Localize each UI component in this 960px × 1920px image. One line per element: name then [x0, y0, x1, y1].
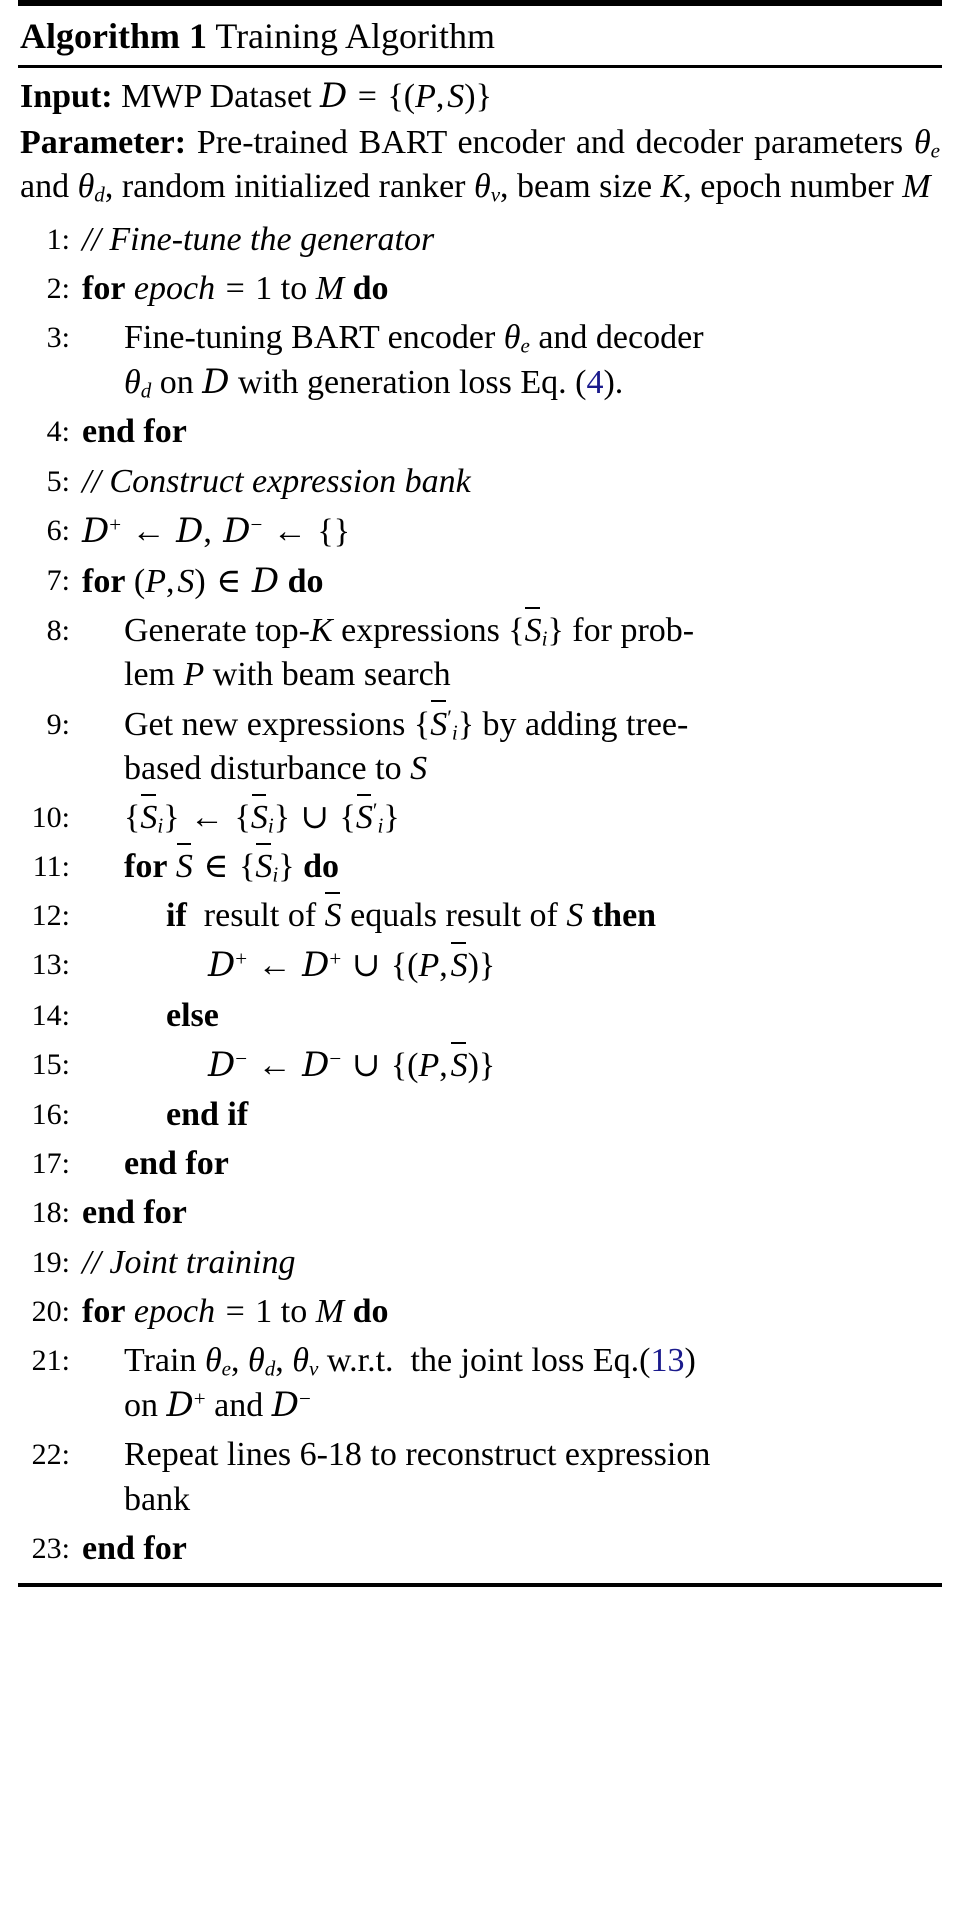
algorithm-line: 22: Repeat lines 6-18 to reconstruct exp… [20, 1433, 940, 1521]
line-number: 10: [31, 800, 70, 834]
line-content: else [166, 996, 219, 1034]
algorithm-line: 10: {Si} ← {Si} ∪ {S′i} [20, 793, 940, 840]
line-content: end for [82, 1529, 187, 1567]
line-number: 23: [31, 1531, 70, 1565]
line-content: Fine-tuning BART encoder θe and decoder … [124, 319, 704, 403]
algorithm-line: 1: // Fine-tune the generator [20, 218, 940, 262]
line-number: 2: [46, 271, 70, 305]
line-content: for epoch = 1 to M do [82, 269, 389, 307]
line-content: D+ ← D, D− ← {} [82, 510, 351, 551]
line-number: 22: [31, 1438, 70, 1472]
algorithm-label: Algorithm 1 [20, 16, 207, 56]
algorithm-line: 21: Train θe, θd, θv w.r.t. the joint lo… [20, 1339, 940, 1428]
algorithm-title: Algorithm 1 Training Algorithm [18, 6, 942, 65]
preamble-parameter-keyword: Parameter: [20, 124, 187, 162]
line-content: end if [166, 1096, 249, 1134]
preamble-input-text: MWP Dataset D = {(P, S)} [121, 76, 492, 117]
algorithm-line: 18: end for [20, 1191, 940, 1235]
equation-reference[interactable]: 13 [650, 1342, 684, 1379]
line-number: 20: [31, 1294, 70, 1328]
line-number: 18: [31, 1196, 70, 1230]
line-content: end for [124, 1145, 229, 1183]
line-content: Train θe, θd, θv w.r.t. the joint loss E… [124, 1341, 696, 1426]
line-content: Repeat lines 6-18 to reconstruct express… [124, 1436, 711, 1518]
line-content: for S ∈ {Si} do [82, 843, 940, 889]
line-number: 13: [31, 948, 70, 982]
line-content: // Joint training [82, 1243, 296, 1281]
line-number: 14: [31, 998, 70, 1032]
line-number: 5: [46, 464, 70, 498]
algorithm-bottom-rule [18, 1582, 942, 1587]
algorithm-line: 6: D+ ← D, D− ← {} [20, 509, 940, 554]
line-number: 19: [31, 1245, 70, 1279]
algorithm-line: 8: Generate top-K expressions {Si} for p… [20, 607, 940, 697]
line-content: // Construct expression bank [82, 462, 471, 500]
algorithm-preamble: Input: MWP Dataset D = {(P, S)} Paramete… [18, 68, 942, 210]
line-content: if result of S equals result of S then [82, 892, 940, 938]
algorithm-line: 13: D+ ← D+ ∪ {(P, S)} [20, 942, 940, 988]
algorithm-line: 14: else [20, 994, 940, 1038]
algorithm-line: 11: for S ∈ {Si} do [20, 843, 940, 889]
line-content: // Fine-tune the generator [82, 220, 435, 258]
equation-reference[interactable]: 4 [586, 364, 603, 401]
line-content: for (P, S) ∈ D do [82, 560, 324, 601]
algorithm-line: 3: Fine-tuning BART encoder θe and decod… [20, 316, 940, 405]
line-content: D− ← D− ∪ {(P, S)} [82, 1041, 940, 1088]
line-number: 3: [46, 321, 70, 355]
line-number: 7: [46, 563, 70, 597]
line-content: Get new expressions {S′i} by adding tree… [82, 700, 940, 791]
preamble-parameter: Parameter: Pre-trained BART encoder and … [20, 121, 940, 209]
algorithm-line: 4: end for [20, 410, 940, 454]
algorithm-line: 9: Get new expressions {S′i} by adding t… [20, 700, 940, 791]
algorithm-block: Algorithm 1 Training Algorithm Input: MW… [0, 0, 960, 1587]
preamble-input-keyword: Input: [20, 78, 113, 116]
line-number: 15: [31, 1047, 70, 1081]
line-number: 11: [32, 850, 70, 884]
algorithm-line: 20: for epoch = 1 to M do [20, 1290, 940, 1334]
line-number: 8: [46, 614, 70, 648]
algorithm-line: 16: end if [20, 1093, 940, 1137]
line-number: 12: [31, 899, 70, 933]
line-number: 4: [46, 415, 70, 449]
algorithm-line: 12: if result of S equals result of S th… [20, 892, 940, 938]
line-content: Generate top-K expressions {Si} for prob… [82, 607, 940, 697]
algorithm-steps: 1: // Fine-tune the generator 2: for epo… [18, 212, 942, 1583]
line-content: end for [82, 413, 187, 451]
algorithm-line: 7: for (P, S) ∈ D do [20, 559, 940, 604]
algorithm-line: 15: D− ← D− ∪ {(P, S)} [20, 1041, 940, 1088]
line-number: 16: [31, 1098, 70, 1132]
line-content: for epoch = 1 to M do [82, 1292, 389, 1330]
line-number: 17: [31, 1147, 70, 1181]
algorithm-line: 19: // Joint training [20, 1241, 940, 1285]
line-content: D+ ← D+ ∪ {(P, S)} [82, 942, 940, 988]
preamble-input: Input: MWP Dataset D = {(P, S)} [20, 74, 940, 119]
line-number: 1: [46, 222, 70, 256]
line-content: end for [82, 1194, 187, 1232]
algorithm-line: 23: end for [20, 1527, 940, 1571]
line-content: {Si} ← {Si} ∪ {S′i} [82, 793, 940, 840]
line-number: 9: [46, 707, 70, 741]
algorithm-line: 2: for epoch = 1 to M do [20, 267, 940, 311]
algorithm-line: 5: // Construct expression bank [20, 460, 940, 504]
line-number: 21: [31, 1343, 70, 1377]
algorithm-title-text: Training Algorithm [215, 16, 496, 56]
algorithm-line: 17: end for [20, 1142, 940, 1186]
line-number: 6: [46, 513, 70, 547]
